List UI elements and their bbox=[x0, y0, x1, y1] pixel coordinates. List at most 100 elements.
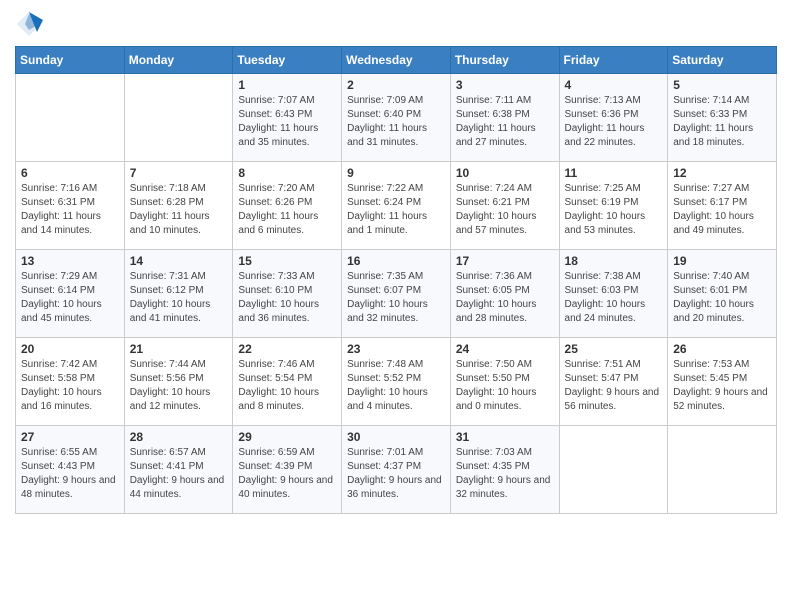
day-number: 31 bbox=[456, 430, 554, 444]
day-info: Sunrise: 7:18 AM Sunset: 6:28 PM Dayligh… bbox=[130, 182, 228, 238]
day-number: 29 bbox=[238, 430, 336, 444]
day-number: 14 bbox=[130, 254, 228, 268]
calendar-cell: 13 Sunrise: 7:29 AM Sunset: 6:14 PM Dayli… bbox=[16, 250, 125, 338]
calendar-table: SundayMondayTuesdayWednesdayThursdayFrid… bbox=[15, 46, 777, 514]
day-number: 22 bbox=[238, 342, 336, 356]
day-info: Sunrise: 7:38 AM Sunset: 6:03 PM Dayligh… bbox=[565, 270, 663, 326]
day-info: Sunrise: 7:46 AM Sunset: 5:54 PM Dayligh… bbox=[238, 358, 336, 414]
calendar-cell bbox=[124, 74, 233, 162]
week-row-1: 6 Sunrise: 7:16 AM Sunset: 6:31 PM Daylig… bbox=[16, 162, 777, 250]
day-info: Sunrise: 7:01 AM Sunset: 4:37 PM Dayligh… bbox=[347, 446, 445, 502]
day-number: 19 bbox=[673, 254, 771, 268]
day-number: 16 bbox=[347, 254, 445, 268]
day-info: Sunrise: 7:03 AM Sunset: 4:35 PM Dayligh… bbox=[456, 446, 554, 502]
day-number: 24 bbox=[456, 342, 554, 356]
week-row-4: 27 Sunrise: 6:55 AM Sunset: 4:43 PM Dayli… bbox=[16, 426, 777, 514]
day-info: Sunrise: 7:42 AM Sunset: 5:58 PM Dayligh… bbox=[21, 358, 119, 414]
day-number: 5 bbox=[673, 78, 771, 92]
calendar-cell: 8Sunrise: 7:20 AM Sunset: 6:26 PM Daylig… bbox=[233, 162, 342, 250]
calendar-cell: 27 Sunrise: 6:55 AM Sunset: 4:43 PM Dayli… bbox=[16, 426, 125, 514]
calendar-cell: 11Sunrise: 7:25 AM Sunset: 6:19 PM Dayli… bbox=[559, 162, 668, 250]
calendar-cell: 14 Sunrise: 7:31 AM Sunset: 6:12 PM Dayli… bbox=[124, 250, 233, 338]
day-info: Sunrise: 7:31 AM Sunset: 6:12 PM Dayligh… bbox=[130, 270, 228, 326]
calendar-cell: 25Sunrise: 7:51 AM Sunset: 5:47 PM Dayli… bbox=[559, 338, 668, 426]
calendar-cell: 22 Sunrise: 7:46 AM Sunset: 5:54 PM Dayli… bbox=[233, 338, 342, 426]
day-info: Sunrise: 7:16 AM Sunset: 6:31 PM Dayligh… bbox=[21, 182, 119, 238]
calendar-cell: 30 Sunrise: 7:01 AM Sunset: 4:37 PM Dayli… bbox=[342, 426, 451, 514]
header-cell-wednesday: Wednesday bbox=[342, 47, 451, 74]
day-info: Sunrise: 7:13 AM Sunset: 6:36 PM Dayligh… bbox=[565, 94, 663, 150]
calendar-cell: 12Sunrise: 7:27 AM Sunset: 6:17 PM Dayli… bbox=[668, 162, 777, 250]
calendar-cell: 17 Sunrise: 7:36 AM Sunset: 6:05 PM Dayli… bbox=[450, 250, 559, 338]
day-number: 13 bbox=[21, 254, 119, 268]
header-row: SundayMondayTuesdayWednesdayThursdayFrid… bbox=[16, 47, 777, 74]
day-info: Sunrise: 6:59 AM Sunset: 4:39 PM Dayligh… bbox=[238, 446, 336, 502]
day-number: 30 bbox=[347, 430, 445, 444]
header-cell-tuesday: Tuesday bbox=[233, 47, 342, 74]
day-number: 27 bbox=[21, 430, 119, 444]
header-cell-monday: Monday bbox=[124, 47, 233, 74]
day-info: Sunrise: 7:50 AM Sunset: 5:50 PM Dayligh… bbox=[456, 358, 554, 414]
day-number: 25 bbox=[565, 342, 663, 356]
header-cell-friday: Friday bbox=[559, 47, 668, 74]
day-info: Sunrise: 7:29 AM Sunset: 6:14 PM Dayligh… bbox=[21, 270, 119, 326]
header-cell-sunday: Sunday bbox=[16, 47, 125, 74]
day-number: 12 bbox=[673, 166, 771, 180]
day-number: 26 bbox=[673, 342, 771, 356]
day-number: 18 bbox=[565, 254, 663, 268]
day-info: Sunrise: 6:57 AM Sunset: 4:41 PM Dayligh… bbox=[130, 446, 228, 502]
day-info: Sunrise: 7:35 AM Sunset: 6:07 PM Dayligh… bbox=[347, 270, 445, 326]
day-number: 7 bbox=[130, 166, 228, 180]
calendar-cell: 16 Sunrise: 7:35 AM Sunset: 6:07 PM Dayli… bbox=[342, 250, 451, 338]
day-number: 23 bbox=[347, 342, 445, 356]
day-info: Sunrise: 7:36 AM Sunset: 6:05 PM Dayligh… bbox=[456, 270, 554, 326]
day-info: Sunrise: 7:33 AM Sunset: 6:10 PM Dayligh… bbox=[238, 270, 336, 326]
day-info: Sunrise: 7:48 AM Sunset: 5:52 PM Dayligh… bbox=[347, 358, 445, 414]
day-info: Sunrise: 7:20 AM Sunset: 6:26 PM Dayligh… bbox=[238, 182, 336, 238]
day-number: 15 bbox=[238, 254, 336, 268]
calendar-header: SundayMondayTuesdayWednesdayThursdayFrid… bbox=[16, 47, 777, 74]
day-number: 4 bbox=[565, 78, 663, 92]
calendar-cell: 5Sunrise: 7:14 AM Sunset: 6:33 PM Daylig… bbox=[668, 74, 777, 162]
day-info: Sunrise: 7:40 AM Sunset: 6:01 PM Dayligh… bbox=[673, 270, 771, 326]
day-info: Sunrise: 7:22 AM Sunset: 6:24 PM Dayligh… bbox=[347, 182, 445, 238]
calendar-cell: 3 Sunrise: 7:11 AM Sunset: 6:38 PM Daylig… bbox=[450, 74, 559, 162]
calendar-cell: 21 Sunrise: 7:44 AM Sunset: 5:56 PM Dayli… bbox=[124, 338, 233, 426]
day-info: Sunrise: 7:44 AM Sunset: 5:56 PM Dayligh… bbox=[130, 358, 228, 414]
day-number: 9 bbox=[347, 166, 445, 180]
calendar-cell: 15 Sunrise: 7:33 AM Sunset: 6:10 PM Dayli… bbox=[233, 250, 342, 338]
day-info: Sunrise: 7:24 AM Sunset: 6:21 PM Dayligh… bbox=[456, 182, 554, 238]
calendar-cell: 4 Sunrise: 7:13 AM Sunset: 6:36 PM Daylig… bbox=[559, 74, 668, 162]
calendar-cell: 23 Sunrise: 7:48 AM Sunset: 5:52 PM Dayli… bbox=[342, 338, 451, 426]
calendar-cell: 6 Sunrise: 7:16 AM Sunset: 6:31 PM Daylig… bbox=[16, 162, 125, 250]
day-number: 11 bbox=[565, 166, 663, 180]
calendar-cell: 26 Sunrise: 7:53 AM Sunset: 5:45 PM Dayli… bbox=[668, 338, 777, 426]
page-header bbox=[15, 10, 777, 38]
day-info: Sunrise: 7:53 AM Sunset: 5:45 PM Dayligh… bbox=[673, 358, 771, 414]
day-number: 20 bbox=[21, 342, 119, 356]
day-number: 6 bbox=[21, 166, 119, 180]
week-row-2: 13 Sunrise: 7:29 AM Sunset: 6:14 PM Dayli… bbox=[16, 250, 777, 338]
day-number: 3 bbox=[456, 78, 554, 92]
calendar-cell: 29 Sunrise: 6:59 AM Sunset: 4:39 PM Dayli… bbox=[233, 426, 342, 514]
day-number: 28 bbox=[130, 430, 228, 444]
logo-icon bbox=[15, 10, 43, 38]
day-info: Sunrise: 7:07 AM Sunset: 6:43 PM Dayligh… bbox=[238, 94, 336, 150]
calendar-cell bbox=[668, 426, 777, 514]
day-info: Sunrise: 6:55 AM Sunset: 4:43 PM Dayligh… bbox=[21, 446, 119, 502]
day-number: 10 bbox=[456, 166, 554, 180]
day-number: 21 bbox=[130, 342, 228, 356]
calendar-cell bbox=[559, 426, 668, 514]
calendar-cell: 28 Sunrise: 6:57 AM Sunset: 4:41 PM Dayli… bbox=[124, 426, 233, 514]
day-number: 17 bbox=[456, 254, 554, 268]
week-row-3: 20 Sunrise: 7:42 AM Sunset: 5:58 PM Dayli… bbox=[16, 338, 777, 426]
logo bbox=[15, 10, 47, 38]
day-info: Sunrise: 7:11 AM Sunset: 6:38 PM Dayligh… bbox=[456, 94, 554, 150]
calendar-cell: 24 Sunrise: 7:50 AM Sunset: 5:50 PM Dayli… bbox=[450, 338, 559, 426]
calendar-cell: 31 Sunrise: 7:03 AM Sunset: 4:35 PM Dayli… bbox=[450, 426, 559, 514]
day-info: Sunrise: 7:09 AM Sunset: 6:40 PM Dayligh… bbox=[347, 94, 445, 150]
calendar-cell: 2Sunrise: 7:09 AM Sunset: 6:40 PM Daylig… bbox=[342, 74, 451, 162]
calendar-cell bbox=[16, 74, 125, 162]
calendar-cell: 20 Sunrise: 7:42 AM Sunset: 5:58 PM Dayli… bbox=[16, 338, 125, 426]
calendar-cell: 1Sunrise: 7:07 AM Sunset: 6:43 PM Daylig… bbox=[233, 74, 342, 162]
